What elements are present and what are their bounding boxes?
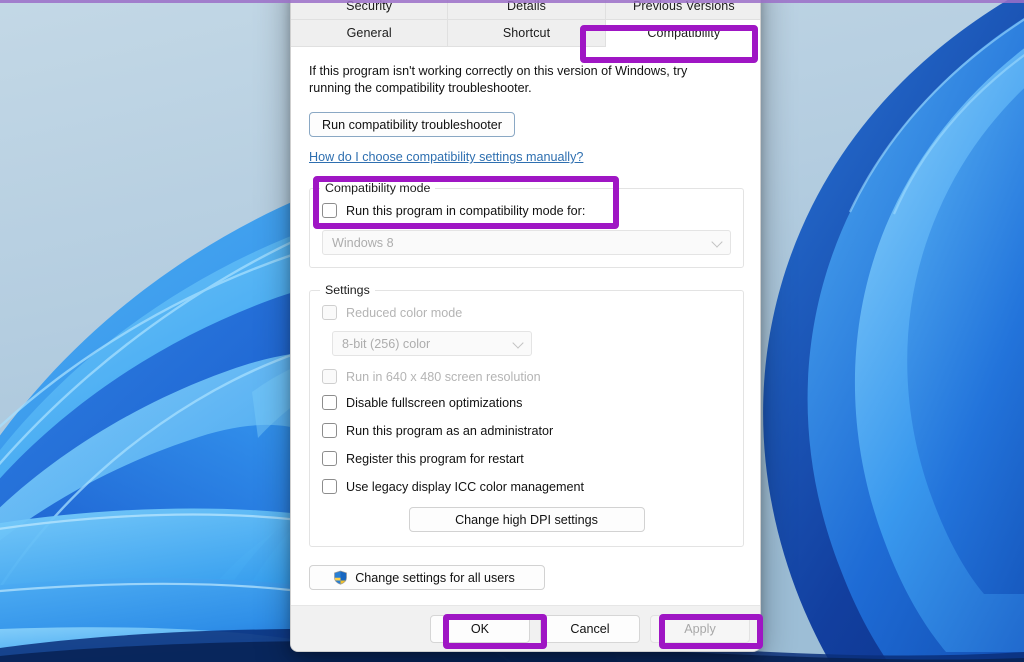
settings-group: Settings Reduced color mode 8-bit (256) … — [309, 283, 744, 547]
tab-shortcut[interactable]: Shortcut — [448, 20, 606, 47]
chevron-down-icon — [512, 336, 524, 349]
legacy-icc-color-management-row[interactable]: Use legacy display ICC color management — [322, 479, 731, 494]
change-settings-for-all-users-button[interactable]: Change settings for all users — [309, 565, 545, 590]
intro-text: If this program isn't working correctly … — [309, 64, 688, 95]
desktop: Security Details Previous Versions Gener… — [0, 0, 1024, 662]
run-as-administrator-checkbox[interactable] — [322, 423, 337, 438]
tab-row-top: Security Details Previous Versions — [291, 0, 760, 20]
color-depth-dropdown-value: 8-bit (256) color — [342, 336, 431, 351]
disable-fullscreen-optimizations-checkbox[interactable] — [322, 395, 337, 410]
chevron-down-icon — [711, 235, 723, 248]
register-for-restart-row[interactable]: Register this program for restart — [322, 451, 731, 466]
compatibility-mode-dropdown[interactable]: Windows 8 — [322, 230, 731, 255]
compatibility-mode-group-title: Compatibility mode — [320, 181, 436, 195]
reduced-color-mode-label: Reduced color mode — [346, 305, 463, 320]
reduced-color-mode-checkbox[interactable] — [322, 305, 337, 320]
program-properties-dialog: Security Details Previous Versions Gener… — [290, 0, 761, 652]
compatibility-mode-group: Compatibility mode Run this program in c… — [309, 181, 744, 268]
run-640x480-label: Run in 640 x 480 screen resolution — [346, 369, 541, 384]
dialog-command-bar: OK Cancel Apply — [291, 605, 760, 651]
run-as-administrator-label: Run this program as an administrator — [346, 423, 554, 438]
tab-previous-versions[interactable]: Previous Versions — [605, 0, 760, 20]
tab-row-bottom: General Shortcut Compatibility — [291, 20, 760, 47]
register-for-restart-label: Register this program for restart — [346, 451, 524, 466]
compatibility-pane: If this program isn't working correctly … — [291, 47, 760, 607]
compatibility-mode-checkbox[interactable] — [322, 203, 337, 218]
all-users-wrap: Change settings for all users — [309, 565, 744, 590]
run-640x480-row[interactable]: Run in 640 x 480 screen resolution — [322, 369, 731, 384]
color-depth-dropdown[interactable]: 8-bit (256) color — [332, 331, 532, 356]
dpi-button-wrap: Change high DPI settings — [322, 507, 731, 532]
compatibility-mode-checkbox-row[interactable]: Run this program in compatibility mode f… — [322, 203, 731, 218]
run-as-administrator-row[interactable]: Run this program as an administrator — [322, 423, 731, 438]
settings-group-title: Settings — [320, 283, 375, 297]
legacy-icc-color-management-checkbox[interactable] — [322, 479, 337, 494]
reduced-color-mode-row[interactable]: Reduced color mode — [322, 305, 731, 320]
change-high-dpi-settings-button[interactable]: Change high DPI settings — [408, 507, 645, 532]
legacy-icc-color-management-label: Use legacy display ICC color management — [346, 479, 584, 494]
apply-button[interactable]: Apply — [650, 614, 750, 643]
uac-shield-icon — [334, 570, 348, 585]
run-compatibility-troubleshooter-button[interactable]: Run compatibility troubleshooter — [309, 112, 515, 137]
ok-button[interactable]: OK — [430, 614, 530, 643]
run-640x480-checkbox[interactable] — [322, 369, 337, 384]
disable-fullscreen-optimizations-row[interactable]: Disable fullscreen optimizations — [322, 395, 731, 410]
compatibility-mode-checkbox-label: Run this program in compatibility mode f… — [346, 203, 586, 218]
change-settings-for-all-users-label: Change settings for all users — [355, 570, 515, 585]
disable-fullscreen-optimizations-label: Disable fullscreen optimizations — [346, 395, 523, 410]
screenshot-top-edge-strip — [0, 0, 1024, 3]
tab-general[interactable]: General — [291, 20, 449, 47]
compatibility-mode-dropdown-value: Windows 8 — [332, 235, 394, 250]
tab-security[interactable]: Security — [291, 0, 449, 20]
compatibility-settings-help-link[interactable]: How do I choose compatibility settings m… — [309, 150, 583, 164]
cancel-button[interactable]: Cancel — [540, 614, 640, 643]
tab-compatibility[interactable]: Compatibility — [605, 20, 760, 47]
register-for-restart-checkbox[interactable] — [322, 451, 337, 466]
tab-details[interactable]: Details — [448, 0, 606, 20]
